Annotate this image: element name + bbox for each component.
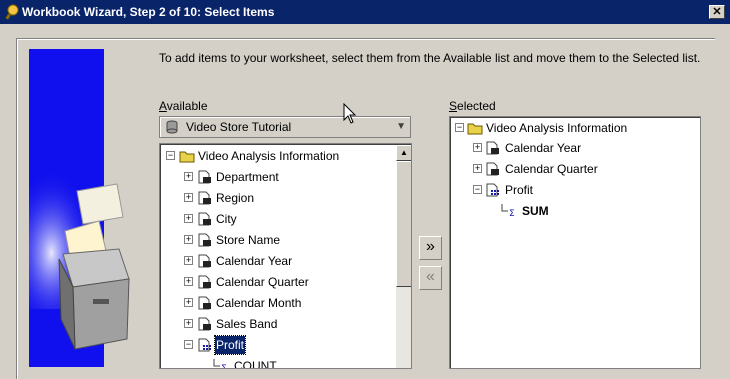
move-left-button[interactable]: « <box>419 266 442 290</box>
expand-icon[interactable]: + <box>184 256 193 265</box>
list-item-label: Store Name <box>216 233 281 247</box>
selected-item-calendar-year[interactable]: + Calendar Year <box>450 139 698 157</box>
expand-icon[interactable]: + <box>184 319 193 328</box>
folder-icon <box>467 123 483 135</box>
list-item-label: Calendar Year <box>505 141 582 155</box>
item-icon <box>486 162 499 176</box>
item-icon <box>198 296 211 310</box>
available-item-city[interactable]: + City <box>160 210 396 228</box>
list-item-label: Video Analysis Information <box>486 121 628 135</box>
list-item-label: COUNT <box>234 359 277 369</box>
selected-item-root[interactable]: − Video Analysis Information <box>450 119 698 137</box>
move-right-button[interactable]: » <box>419 236 442 260</box>
expand-icon[interactable]: + <box>184 277 193 286</box>
available-label: Available <box>159 99 208 113</box>
available-item-root[interactable]: − Video Analysis Information <box>160 147 396 165</box>
list-item-label: Department <box>216 170 279 184</box>
item-icon <box>198 212 211 226</box>
discoverer-icon <box>5 4 19 20</box>
wizard-side-graphic <box>29 49 130 367</box>
aggregate-icon: Σ <box>501 204 515 218</box>
available-tree[interactable]: − Video Analysis Information + Departmen… <box>159 143 412 369</box>
available-item-count[interactable]: Σ COUNT <box>160 357 396 369</box>
list-item-label: Calendar Month <box>216 296 302 310</box>
business-area-dropdown[interactable]: Video Store Tutorial ▼ <box>159 116 411 138</box>
available-item-store-name[interactable]: + Store Name <box>160 231 396 249</box>
collapse-icon[interactable]: − <box>184 340 193 349</box>
close-button[interactable]: ✕ <box>709 5 725 19</box>
list-item-label: Calendar Quarter <box>505 162 598 176</box>
collapse-icon[interactable]: − <box>455 123 464 132</box>
item-icon <box>486 141 499 155</box>
title-bar: Workbook Wizard, Step 2 of 10: Select It… <box>0 0 730 24</box>
folder-icon <box>179 151 195 163</box>
expand-icon[interactable]: + <box>184 193 193 202</box>
item-icon <box>198 191 211 205</box>
selected-item-sum[interactable]: Σ SUM <box>450 202 698 220</box>
list-item-label: SUM <box>522 204 549 218</box>
expand-icon[interactable]: + <box>473 143 482 152</box>
business-area-value: Video Store Tutorial <box>186 120 292 134</box>
expand-icon[interactable]: + <box>184 235 193 244</box>
list-item-label: Calendar Quarter <box>216 275 309 289</box>
measure-icon <box>198 338 211 352</box>
database-icon <box>166 120 178 134</box>
collapse-icon[interactable]: − <box>473 185 482 194</box>
list-item-label: Sales Band <box>216 317 278 331</box>
measure-icon <box>486 183 499 197</box>
collapse-icon[interactable]: − <box>166 151 175 160</box>
selected-tree[interactable]: − Video Analysis Information + Calendar … <box>449 116 701 369</box>
item-icon <box>198 254 211 268</box>
expand-icon[interactable]: + <box>473 164 482 173</box>
available-item-department[interactable]: + Department <box>160 168 396 186</box>
aggregate-icon: Σ <box>213 359 227 368</box>
available-item-calendar-year[interactable]: + Calendar Year <box>160 252 396 270</box>
available-item-calendar-quarter[interactable]: + Calendar Quarter <box>160 273 396 291</box>
expand-icon[interactable]: + <box>184 172 193 181</box>
expand-icon[interactable]: + <box>184 298 193 307</box>
instructions-text: To add items to your worksheet, select t… <box>159 51 701 65</box>
list-item-label: Calendar Year <box>216 254 293 268</box>
available-item-calendar-month[interactable]: + Calendar Month <box>160 294 396 312</box>
svg-text:Σ: Σ <box>509 209 515 218</box>
selected-item-calendar-quarter[interactable]: + Calendar Quarter <box>450 160 698 178</box>
available-item-region[interactable]: + Region <box>160 189 396 207</box>
list-item-label: Profit <box>505 183 534 197</box>
scroll-thumb[interactable] <box>396 161 411 287</box>
item-icon <box>198 170 211 184</box>
available-item-sales-band[interactable]: + Sales Band <box>160 315 396 333</box>
scroll-up-button[interactable]: ▲ <box>396 145 411 161</box>
item-icon <box>198 317 211 331</box>
selected-item-profit[interactable]: − Profit <box>450 181 698 199</box>
list-item-label: Region <box>216 191 255 205</box>
item-icon <box>198 275 211 289</box>
available-item-profit[interactable]: − Profit <box>160 335 396 355</box>
list-item-label: Video Analysis Information <box>198 149 340 163</box>
chevron-down-icon[interactable]: ▼ <box>396 121 406 132</box>
file-cabinet-graphic <box>29 169 130 350</box>
available-scrollbar[interactable]: ▲ <box>396 145 411 368</box>
list-item-label: City <box>216 212 237 226</box>
list-item-label-selected: Profit <box>213 335 247 355</box>
window-title: Workbook Wizard, Step 2 of 10: Select It… <box>22 5 275 19</box>
selected-label: Selected <box>449 99 496 113</box>
mouse-pointer-icon <box>343 103 357 124</box>
expand-icon[interactable]: + <box>184 214 193 223</box>
item-icon <box>198 233 211 247</box>
